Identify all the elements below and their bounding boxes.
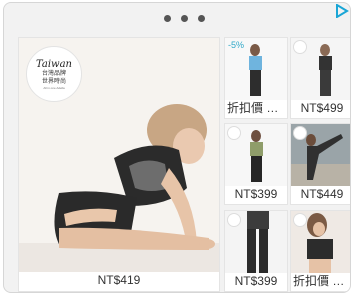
product-price: 折扣價 NT$... [227,101,287,115]
product-card[interactable]: NT$399 [224,210,288,292]
dot [181,15,188,22]
product-price: NT$399 [234,187,278,201]
product-card[interactable]: 折扣價 NT... [290,210,351,292]
featured-product-price: NT$419 [97,273,141,287]
dot [198,15,205,22]
discount-badge: -5% [228,40,245,50]
ad-frame: Taiwan 台灣品牌 世界時尚 All in one Adella NT$41… [3,2,351,293]
brand-logo: Taiwan 台灣品牌 世界時尚 All in one Adella [26,46,82,102]
brand-badge-icon [293,126,307,140]
logo-subtext-2: 世界時尚 [41,79,66,85]
product-price: NT$399 [234,274,278,288]
brand-badge-icon [293,40,307,54]
brand-badge-icon [227,213,241,227]
brand-badge-icon [227,126,241,140]
product-card[interactable]: NT$399 [224,123,288,205]
featured-product-card[interactable]: Taiwan 台灣品牌 世界時尚 All in one Adella NT$41… [18,37,220,292]
logo-tagline: All in one Adella [43,86,65,90]
product-price: 折扣價 NT... [293,274,351,288]
product-card[interactable]: -5% 折扣價 NT$... [224,37,288,119]
logo-subtext: 台灣品牌 [41,71,66,77]
product-card[interactable]: NT$449 [290,123,350,205]
product-price: NT$449 [300,187,344,201]
more-dots-icon[interactable] [164,15,205,23]
logo-text: Taiwan [35,59,72,70]
product-card[interactable]: NT$499 [290,37,350,119]
brand-badge-icon [293,213,307,227]
dot [164,15,171,22]
ad-choices-triangle-icon[interactable] [335,4,349,18]
product-price: NT$499 [300,101,344,115]
